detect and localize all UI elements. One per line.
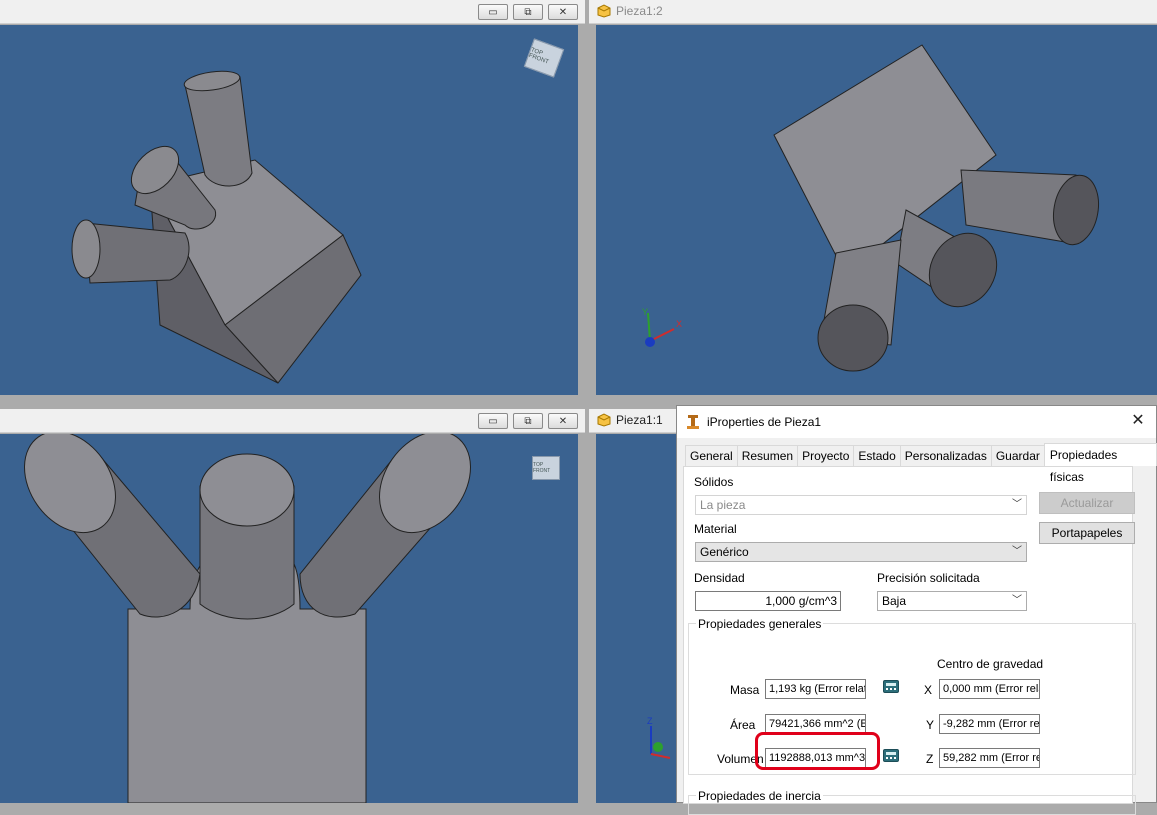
calculator-icon[interactable] (883, 680, 899, 693)
minimize-button[interactable]: ▭ (478, 4, 508, 20)
x-label: X (924, 683, 933, 697)
svg-text:X: X (676, 319, 682, 329)
dialog-title: iProperties de Pieza1 (707, 415, 822, 429)
part-cube-icon-2 (597, 413, 611, 427)
physical-properties-panel: Sólidos La pieza ﹀ Actualizar Portapapele… (683, 466, 1136, 815)
tab-general[interactable]: General (685, 445, 738, 466)
chevron-down-icon: ﹀ (1012, 595, 1022, 606)
dialog-close-button[interactable]: ✕ (1130, 413, 1146, 429)
svg-text:Y: Y (642, 307, 648, 317)
calculator-icon-2[interactable] (883, 749, 899, 762)
precision-select[interactable]: Baja ﹀ (877, 591, 1027, 611)
tab-guardar[interactable]: Guardar (990, 445, 1045, 466)
solidos-label: Sólidos (694, 475, 734, 489)
precision-label: Precisión solicitada (877, 571, 980, 585)
axis-triad-icon: Y X (642, 307, 682, 347)
viewport-tr-titlebar: Pieza1:2 (589, 0, 1157, 24)
volume-highlight-annotation (755, 732, 880, 770)
general-group-label: Propiedades generales (696, 617, 824, 631)
viewport-bottom-right[interactable]: Z (596, 434, 677, 803)
tab-estado[interactable]: Estado (853, 445, 901, 466)
viewport-bottom-left[interactable]: TOP FRONT (0, 434, 578, 803)
tab-propiedades-fisicas[interactable]: Propiedades físicas (1043, 443, 1157, 484)
material-label: Material (694, 522, 737, 536)
z-field[interactable]: 59,282 mm (Error relativo (939, 748, 1040, 768)
solidos-select: La pieza ﹀ (695, 495, 1027, 515)
viewport-br-titlebar: Pieza1:1 (589, 409, 689, 433)
area-field[interactable]: 79421,366 mm^2 (Error (765, 714, 866, 734)
tab-personalizadas[interactable]: Personalizadas (899, 445, 992, 466)
chevron-down-icon: ﹀ (1012, 546, 1022, 557)
portapapeles-button[interactable]: Portapapeles (1039, 522, 1135, 544)
doc-title-tr: Pieza1:2 (597, 4, 663, 18)
part-cube-icon (597, 4, 611, 18)
y-label: Y (926, 718, 935, 732)
tab-resumen[interactable]: Resumen (736, 445, 799, 466)
axis-triad-icon-2: Z (647, 716, 671, 759)
viewcube-2[interactable]: TOP FRONT (532, 456, 560, 480)
x-field[interactable]: 0,000 mm (Error relativo (939, 679, 1040, 699)
viewport-top-right[interactable]: Y X (596, 25, 1157, 395)
actualizar-button: Actualizar (1039, 492, 1135, 514)
area-label: Área (730, 718, 756, 732)
z-label: Z (926, 752, 934, 766)
close-button[interactable]: ✕ (548, 4, 578, 20)
densidad-label: Densidad (694, 571, 745, 585)
y-field[interactable]: -9,282 mm (Error relativo (939, 714, 1040, 734)
centro-gravedad-label: Centro de gravedad (937, 657, 1044, 671)
material-select[interactable]: Genérico ﹀ (695, 542, 1027, 562)
doc-title-br: Pieza1:1 (597, 413, 663, 427)
viewport-bl-titlebar: ▭ ⧉ ✕ (0, 409, 585, 433)
tab-proyecto[interactable]: Proyecto (797, 445, 855, 466)
viewport-top-left[interactable]: TOP FRONT (0, 25, 578, 395)
densidad-field[interactable]: 1,000 g/cm^3 (695, 591, 841, 611)
iproperties-dialog: iProperties de Pieza1 ✕ General Resumen … (676, 405, 1157, 815)
dialog-titlebar: iProperties de Pieza1 (677, 406, 1156, 438)
svg-text:Z: Z (647, 716, 653, 726)
minimize-button-2[interactable]: ▭ (478, 413, 508, 429)
model-isometric-view (71, 70, 362, 384)
inercia-group-label: Propiedades de inercia (696, 789, 823, 803)
viewport-tl-titlebar: ▭ ⧉ ✕ (0, 0, 585, 24)
iproperties-icon (687, 415, 699, 429)
chevron-down-icon: ﹀ (1012, 499, 1022, 510)
model-front-view (24, 434, 471, 803)
tab-bar: General Resumen Proyecto Estado Personal… (685, 443, 1157, 484)
masa-field[interactable]: 1,193 kg (Error relativo (765, 679, 866, 699)
masa-label: Masa (730, 683, 760, 697)
restore-button-2[interactable]: ⧉ (513, 413, 543, 429)
restore-button[interactable]: ⧉ (513, 4, 543, 20)
close-button-2[interactable]: ✕ (548, 413, 578, 429)
